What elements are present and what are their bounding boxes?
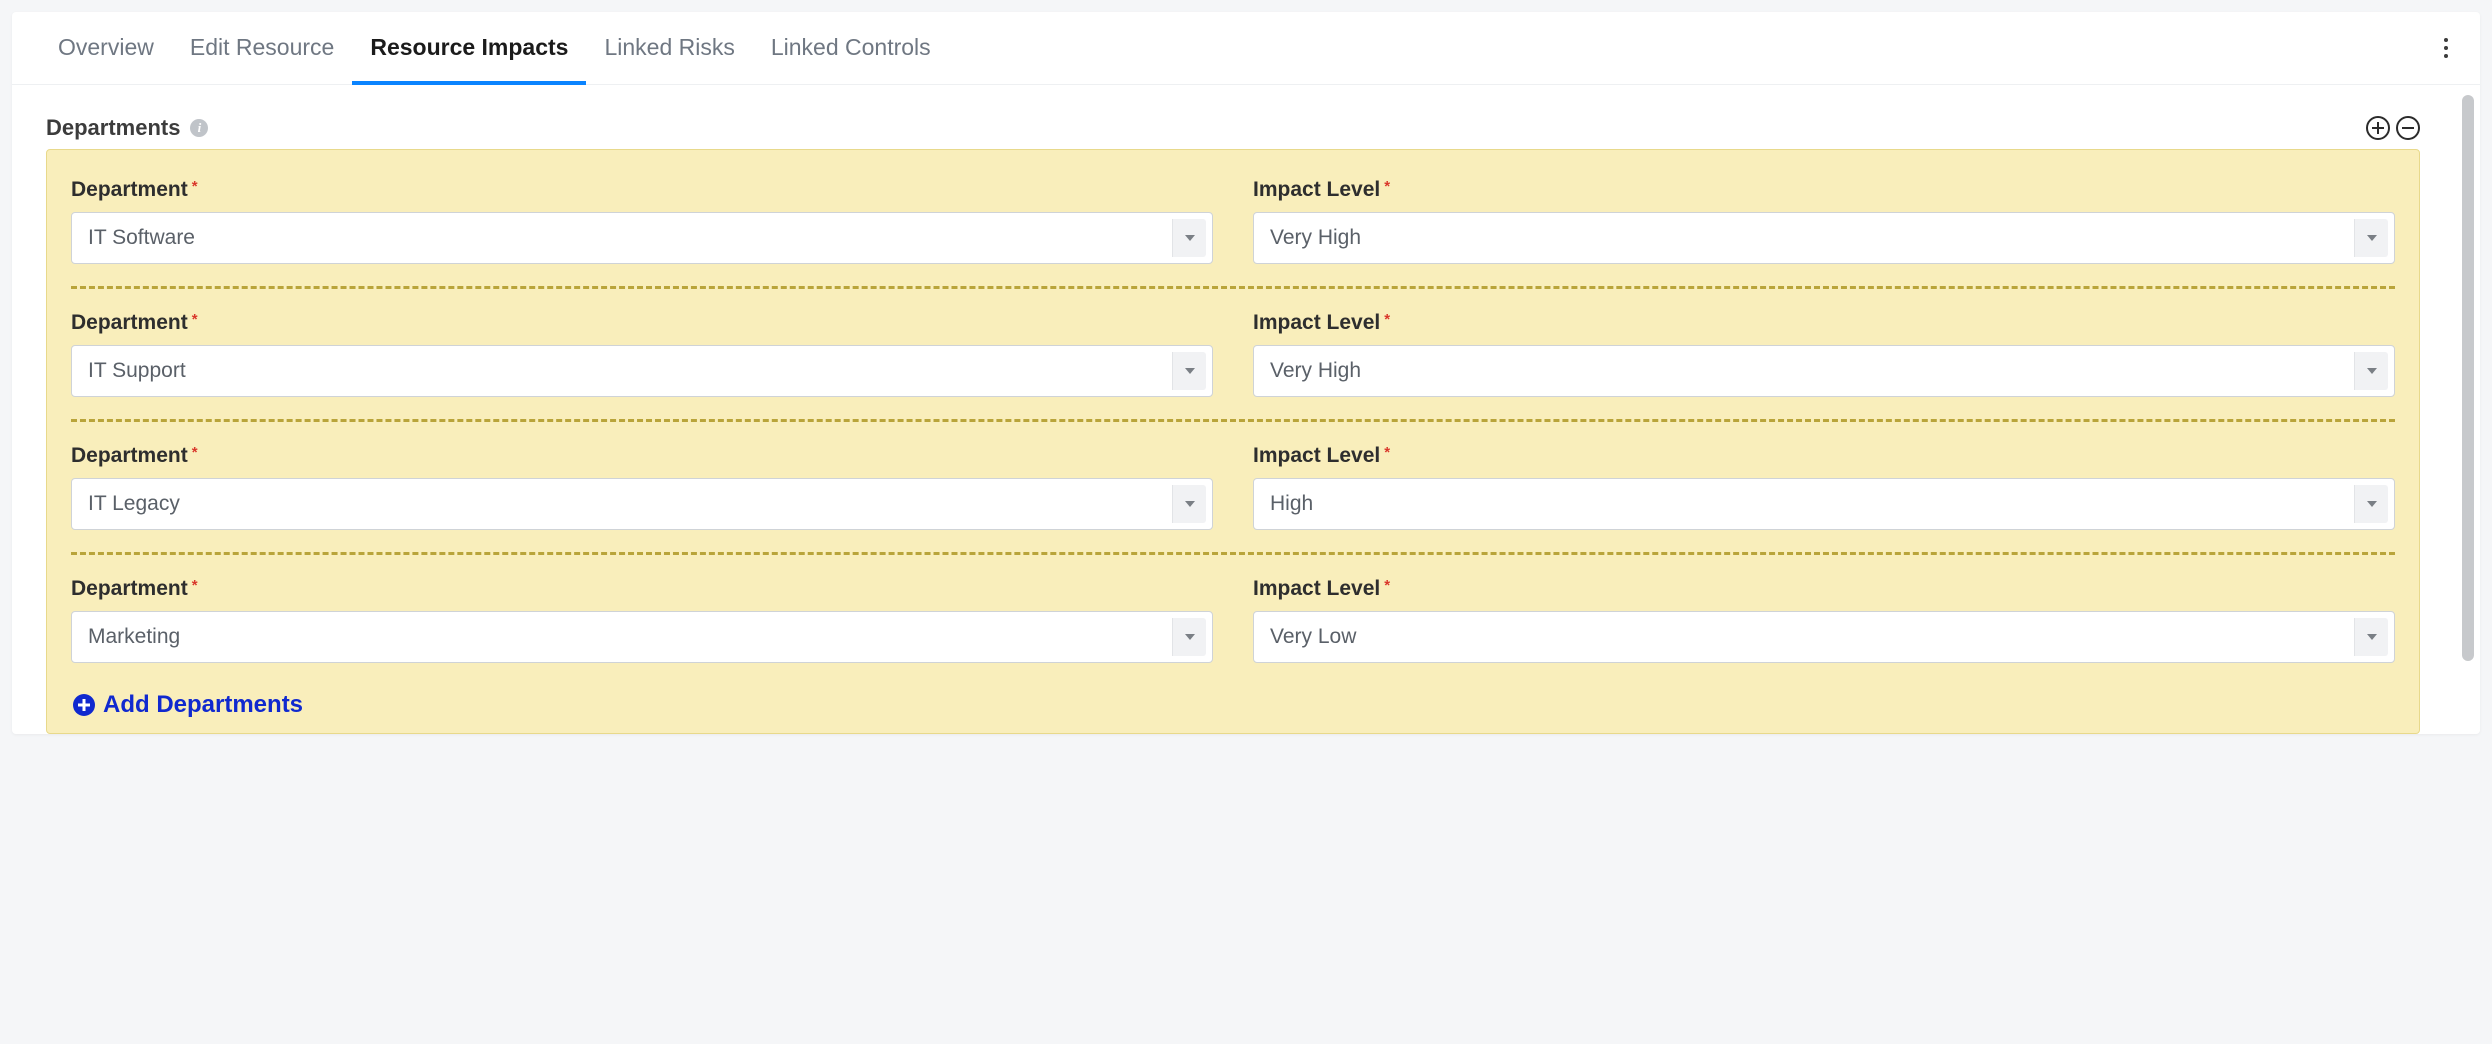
department-row: Department* IT Legacy Impact Level* High (71, 419, 2395, 552)
chevron-down-icon (1172, 618, 1206, 656)
department-select[interactable]: IT Legacy (71, 478, 1213, 530)
impact-level-value: Very High (1270, 359, 1361, 383)
section-header: Departments i (46, 115, 2420, 141)
add-departments-label: Add Departments (103, 691, 303, 719)
required-indicator: * (192, 311, 198, 328)
required-indicator: * (1384, 311, 1390, 328)
impact-level-select[interactable]: Very High (1253, 212, 2395, 264)
more-menu-button[interactable] (2434, 36, 2458, 60)
impact-level-label: Impact Level* (1253, 311, 2395, 335)
department-value: IT Support (88, 359, 186, 383)
plus-circle-icon (73, 694, 95, 716)
impact-level-value: Very High (1270, 226, 1361, 250)
chevron-down-icon (1172, 219, 1206, 257)
impact-level-select[interactable]: Very High (1253, 345, 2395, 397)
chevron-down-icon (2354, 485, 2388, 523)
impact-level-value: High (1270, 492, 1313, 516)
department-value: IT Legacy (88, 492, 180, 516)
add-departments-link[interactable]: Add Departments (71, 685, 2395, 725)
section-title: Departments (46, 115, 180, 141)
impact-level-label: Impact Level* (1253, 577, 2395, 601)
required-indicator: * (1384, 178, 1390, 195)
chevron-down-icon (2354, 219, 2388, 257)
required-indicator: * (192, 178, 198, 195)
department-select[interactable]: IT Support (71, 345, 1213, 397)
department-select[interactable]: Marketing (71, 611, 1213, 663)
content-area: Departments i Department* IT Software Impa… (12, 85, 2480, 734)
department-label: Department* (71, 178, 1213, 202)
department-value: IT Software (88, 226, 195, 250)
department-value: Marketing (88, 625, 180, 649)
tab-resource-impacts[interactable]: Resource Impacts (352, 12, 586, 85)
remove-row-button[interactable] (2396, 116, 2420, 140)
chevron-down-icon (1172, 352, 1206, 390)
scrollbar-thumb[interactable] (2462, 95, 2474, 661)
tab-linked-risks[interactable]: Linked Risks (586, 12, 752, 85)
required-indicator: * (192, 444, 198, 461)
tab-linked-controls[interactable]: Linked Controls (753, 12, 949, 85)
tab-overview[interactable]: Overview (40, 12, 172, 85)
departments-panel: Department* IT Software Impact Level* Very … (46, 149, 2420, 734)
required-indicator: * (192, 577, 198, 594)
department-label: Department* (71, 444, 1213, 468)
scrollbar-track[interactable] (2462, 95, 2474, 724)
department-row: Department* Marketing Impact Level* Very Lo… (71, 552, 2395, 685)
resource-card: OverviewEdit ResourceResource ImpactsLin… (12, 12, 2480, 734)
add-row-button[interactable] (2366, 116, 2390, 140)
tab-edit-resource[interactable]: Edit Resource (172, 12, 352, 85)
chevron-down-icon (2354, 618, 2388, 656)
department-row: Department* IT Support Impact Level* Very H… (71, 286, 2395, 419)
impact-level-select[interactable]: High (1253, 478, 2395, 530)
department-label: Department* (71, 577, 1213, 601)
department-select[interactable]: IT Software (71, 212, 1213, 264)
required-indicator: * (1384, 577, 1390, 594)
department-label: Department* (71, 311, 1213, 335)
section-actions (2366, 116, 2420, 140)
info-icon[interactable]: i (190, 119, 208, 137)
impact-level-label: Impact Level* (1253, 444, 2395, 468)
impact-level-value: Very Low (1270, 625, 1356, 649)
chevron-down-icon (1172, 485, 1206, 523)
chevron-down-icon (2354, 352, 2388, 390)
department-row: Department* IT Software Impact Level* Very … (71, 172, 2395, 286)
impact-level-select[interactable]: Very Low (1253, 611, 2395, 663)
required-indicator: * (1384, 444, 1390, 461)
impact-level-label: Impact Level* (1253, 178, 2395, 202)
tab-bar: OverviewEdit ResourceResource ImpactsLin… (12, 12, 2480, 85)
